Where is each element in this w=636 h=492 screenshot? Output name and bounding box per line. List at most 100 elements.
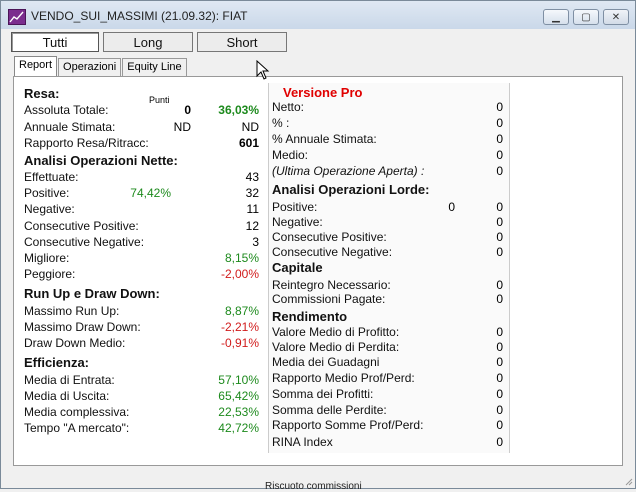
tab-equity-line[interactable]: Equity Line <box>122 58 187 76</box>
effettuate-value: 43 <box>245 170 259 184</box>
window-title: VENDO_SUI_MASSIMI (21.09.32): FIAT <box>31 9 248 23</box>
lorde-heading: Analisi Operazioni Lorde: <box>272 182 430 197</box>
cons-positive-value: 12 <box>245 219 259 233</box>
mouse-cursor-icon <box>256 60 270 80</box>
vm-perdita-label: Valore Medio di Perdita: <box>272 340 400 354</box>
annuale-pct: ND <box>241 120 259 134</box>
uscita-label: Media di Uscita: <box>24 389 110 403</box>
punti-label: Punti <box>149 95 170 105</box>
rapporto-label: Rapporto Resa/Ritracc: <box>24 136 149 150</box>
rapp-somme-label: Rapporto Somme Prof/Perd: <box>272 418 424 432</box>
vm-perdita-value: 0 <box>496 340 503 354</box>
tab-report[interactable]: Report <box>14 56 58 76</box>
minimize-icon: ▁ <box>552 11 560 23</box>
pct-label: % : <box>272 116 290 130</box>
ultima-label: (Ultima Operazione Aperta) : <box>272 164 425 178</box>
tempo-value: 42,72% <box>218 421 259 435</box>
lorde-negative-label: Negative: <box>272 215 323 229</box>
lorde-positive-b: 0 <box>496 200 503 214</box>
chart-app-icon <box>8 9 26 25</box>
tab-operazioni[interactable]: Operazioni <box>58 58 122 76</box>
nette-heading: Analisi Operazioni Nette: <box>24 153 178 168</box>
positive-pct: 74,42% <box>130 186 171 200</box>
rina-value: 0 <box>496 435 503 449</box>
rapp-medio-label: Rapporto Medio Prof/Perd: <box>272 371 415 385</box>
tab-strip: Report Operazioni Equity Line <box>14 56 188 76</box>
rapporto-value: 601 <box>238 136 259 150</box>
dd-medio-label: Draw Down Medio: <box>24 336 126 350</box>
peggiore-label: Peggiore: <box>24 267 76 281</box>
entrata-value: 57,10% <box>218 373 259 387</box>
complessiva-label: Media complessiva: <box>24 405 130 419</box>
negative-value: 11 <box>246 202 259 216</box>
app-window: VENDO_SUI_MASSIMI (21.09.32): FIAT ▁ ▢ ✕… <box>0 0 636 492</box>
rendimento-heading: Rendimento <box>272 309 348 324</box>
annuale-label: Annuale Stimata: <box>24 120 116 134</box>
filter-tutti-button[interactable]: Tutti <box>11 32 99 52</box>
uscita-value: 65,42% <box>218 389 259 403</box>
max-dd-label: Massimo Draw Down: <box>24 320 141 334</box>
positive-value: 32 <box>245 186 259 200</box>
vm-profitto-label: Valore Medio di Profitto: <box>272 325 400 339</box>
media-guadagni-label: Media dei Guadagni <box>272 355 380 369</box>
complessiva-value: 22,53% <box>218 405 259 419</box>
rapp-medio-value: 0 <box>496 371 503 385</box>
title-bar[interactable]: VENDO_SUI_MASSIMI (21.09.32): FIAT ▁ ▢ ✕ <box>1 1 635 29</box>
rina-label: RINA Index <box>272 435 333 449</box>
lorde-cons-neg-value: 0 <box>496 245 503 259</box>
netto-label: Netto: <box>272 100 305 114</box>
filter-long-button[interactable]: Long <box>103 32 193 52</box>
migliore-label: Migliore: <box>24 251 70 265</box>
rapp-somme-value: 0 <box>496 418 503 432</box>
somma-perdite-value: 0 <box>496 403 503 417</box>
maximize-icon: ▢ <box>581 11 591 23</box>
max-dd-value: -2,21% <box>220 320 259 334</box>
report-panel: Resa: Punti Assoluta Totale: 0 36,03% An… <box>13 76 623 466</box>
lorde-negative-value: 0 <box>496 215 503 229</box>
lorde-positive-a: 0 <box>448 200 455 214</box>
footer-status: Riscuoto commissioni <box>265 481 362 492</box>
resize-grip-icon[interactable] <box>623 476 633 486</box>
lorde-cons-neg-label: Consecutive Negative: <box>272 245 393 259</box>
maximize-button[interactable]: ▢ <box>573 9 599 25</box>
lorde-cons-pos-label: Consecutive Positive: <box>272 230 387 244</box>
max-runup-value: 8,87% <box>224 304 259 318</box>
somma-perdite-label: Somma delle Perdite: <box>272 403 387 417</box>
lorde-positive-label: Positive: <box>272 200 318 214</box>
cons-positive-label: Consecutive Positive: <box>24 219 139 233</box>
positive-label: Positive: <box>24 186 70 200</box>
left-stats-column: Resa: Punti Assoluta Totale: 0 36,03% An… <box>21 83 261 453</box>
negative-label: Negative: <box>24 202 75 216</box>
vm-profitto-value: 0 <box>496 325 503 339</box>
pro-stats-column: Versione Pro Netto: 0 % : 0 % Annuale St… <box>268 83 510 453</box>
entrata-label: Media di Entrata: <box>24 373 115 387</box>
tempo-label: Tempo "A mercato": <box>24 421 130 435</box>
pct-annuale-label: % Annuale Stimata: <box>272 132 377 146</box>
runup-heading: Run Up e Draw Down: <box>24 286 160 301</box>
assoluta-label: Assoluta Totale: <box>24 103 109 117</box>
assoluta-pct: 36,03% <box>218 103 259 117</box>
efficienza-heading: Efficienza: <box>24 355 90 370</box>
lorde-cons-pos-value: 0 <box>496 230 503 244</box>
filter-short-button[interactable]: Short <box>197 32 287 52</box>
pct-value: 0 <box>496 116 503 130</box>
assoluta-punti: 0 <box>184 103 191 117</box>
pct-annuale-value: 0 <box>496 132 503 146</box>
medio-value: 0 <box>496 148 503 162</box>
netto-value: 0 <box>496 100 503 114</box>
annuale-punti: ND <box>173 120 191 134</box>
max-runup-label: Massimo Run Up: <box>24 304 120 318</box>
migliore-value: 8,15% <box>224 251 259 265</box>
commissioni-label: Commissioni Pagate: <box>272 292 386 306</box>
close-button[interactable]: ✕ <box>603 9 629 25</box>
resa-heading: Resa: <box>24 86 60 101</box>
somma-profitti-label: Somma dei Profitti: <box>272 387 374 401</box>
medio-label: Medio: <box>272 148 309 162</box>
dd-medio-value: -0,91% <box>220 336 259 350</box>
cons-negative-label: Consecutive Negative: <box>24 235 145 249</box>
minimize-button[interactable]: ▁ <box>543 9 569 25</box>
close-icon: ✕ <box>611 11 621 23</box>
media-guadagni-value: 0 <box>496 355 503 369</box>
commissioni-value: 0 <box>496 292 503 306</box>
effettuate-label: Effettuate: <box>24 170 79 184</box>
